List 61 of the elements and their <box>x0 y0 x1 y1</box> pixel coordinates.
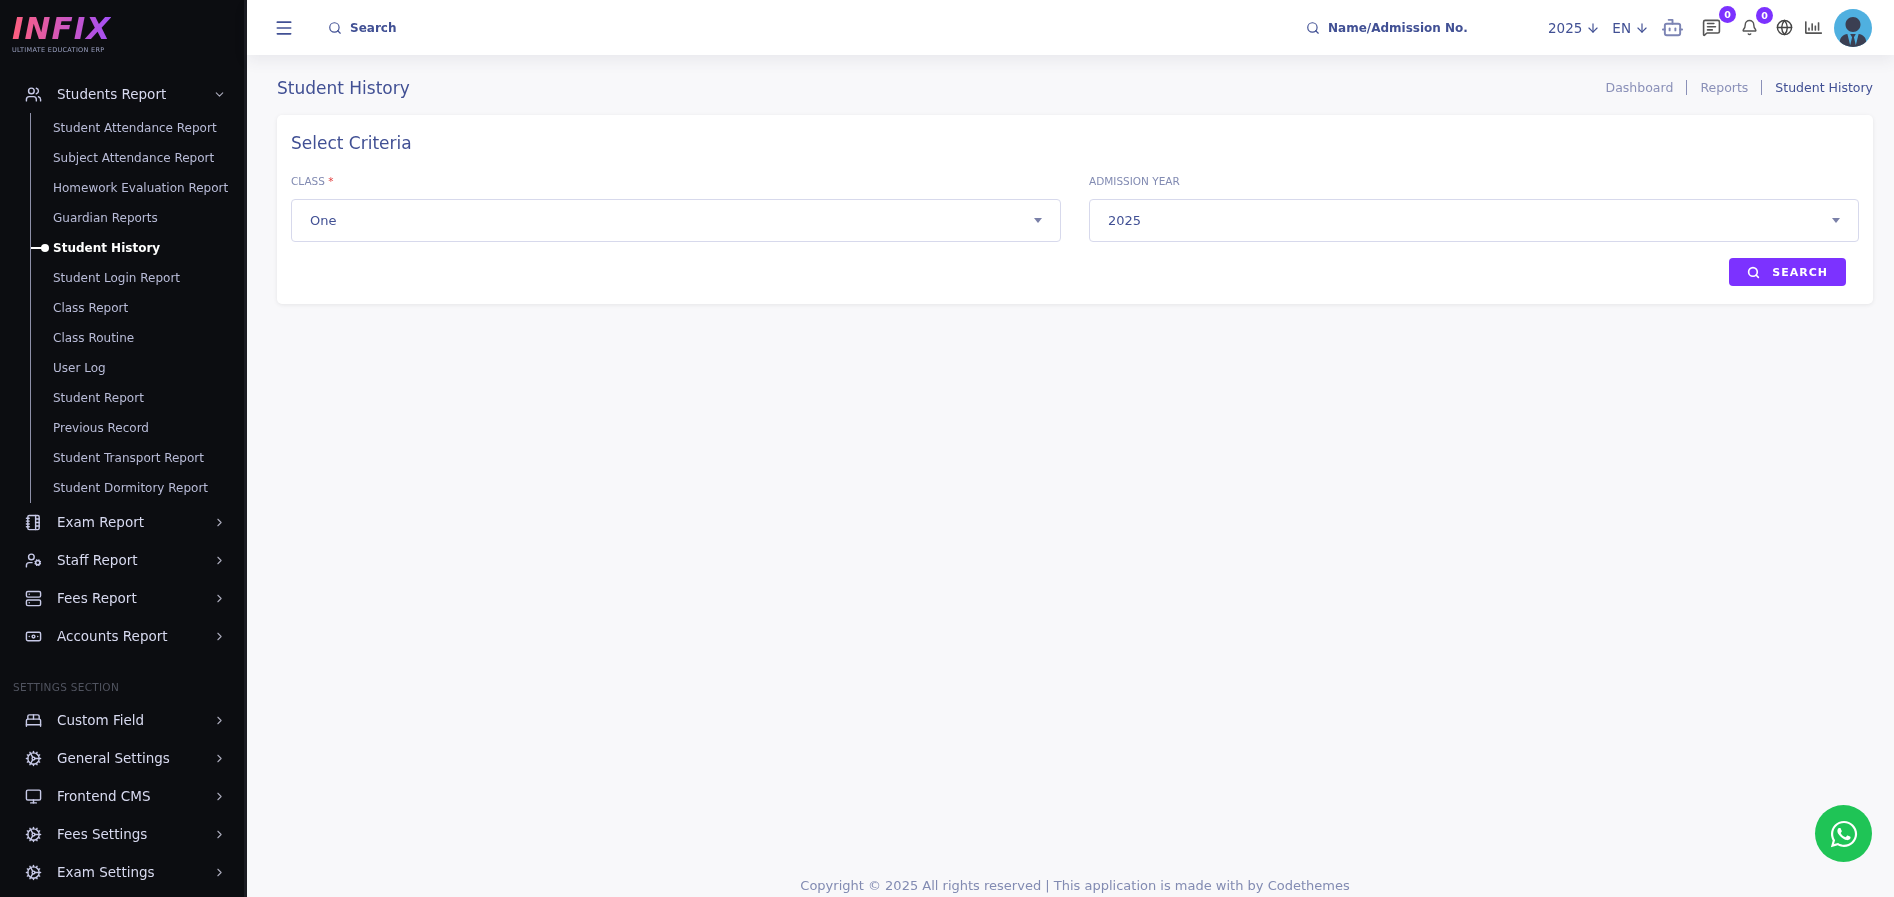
search-field[interactable]: Search <box>348 19 466 36</box>
messages-button[interactable] <box>1702 18 1721 37</box>
robot-icon[interactable] <box>1661 16 1684 39</box>
chart-icon[interactable] <box>1805 19 1822 36</box>
field-label: ADMISSION YEAR <box>1089 175 1181 187</box>
sidebar-subitem[interactable]: Class Routine <box>31 323 244 353</box>
gears-icon <box>25 863 42 881</box>
sidebar-item[interactable]: Exam Report <box>0 503 244 541</box>
sidebar-subitem[interactable]: User Log <box>31 353 244 383</box>
sidebar-subitem[interactable]: Guardian Reports <box>31 203 244 233</box>
sidebar-item[interactable]: Exam Settings <box>0 853 244 891</box>
globe-icon[interactable] <box>1776 19 1793 36</box>
sidebar-subitem[interactable]: Previous Record <box>31 413 244 443</box>
page-title: Student History <box>277 77 410 98</box>
sidebar-item[interactable]: Accounts Report <box>0 617 244 655</box>
sidebar-item[interactable]: General Settings <box>0 739 244 777</box>
users-icon <box>25 85 42 103</box>
gears-icon <box>25 825 42 843</box>
bed-icon <box>25 711 42 729</box>
server-icon <box>25 589 42 607</box>
message-count: 0 <box>1719 6 1736 23</box>
section-title: SETTINGS SECTION <box>12 680 121 695</box>
notifications-button[interactable] <box>1741 19 1758 36</box>
caret-icon <box>1034 218 1042 223</box>
field-label: CLASS * <box>291 175 335 187</box>
sidebar-subitem[interactable]: Class Report <box>31 293 244 323</box>
search-icon <box>1306 20 1320 35</box>
avatar[interactable] <box>1834 8 1872 47</box>
caret-icon <box>1832 218 1840 223</box>
notebook-icon <box>25 513 42 531</box>
search-button[interactable]: SEARCH <box>1729 258 1846 286</box>
sidebar-item[interactable]: Frontend CMS <box>0 777 244 815</box>
sidebar-item[interactable]: Fees Report <box>0 579 244 617</box>
sidebar-subitem[interactable]: Student Dormitory Report <box>31 473 244 503</box>
whatsapp-icon <box>1828 818 1859 849</box>
sidebar-item[interactable]: Fees Settings <box>0 815 244 853</box>
gears-icon <box>25 749 42 767</box>
sidebar-subitem[interactable]: Student Report <box>31 383 244 413</box>
sidebar-item[interactable]: Custom Field <box>0 701 244 739</box>
search-icon <box>328 20 342 35</box>
sidebar-subitem[interactable]: Subject Attendance Report <box>31 143 244 173</box>
sidebar-subitem[interactable]: Student Attendance Report <box>31 113 244 143</box>
sidebar-subitem[interactable]: Homework Evaluation Report <box>31 173 244 203</box>
student-search-field[interactable]: Name/Admission No. <box>1326 19 1500 36</box>
sidebar-subitem[interactable]: Student History <box>31 233 244 263</box>
monitor-icon <box>25 787 42 805</box>
breadcrumb-link[interactable]: Student History <box>1761 80 1873 95</box>
sidebar-item[interactable]: Students Report <box>0 75 244 113</box>
arrow-down-icon <box>1635 20 1649 35</box>
sidebar-subitem[interactable]: Student Login Report <box>31 263 244 293</box>
footer-text: Copyright © 2025 All rights reserved | This application is made with by Codethemes <box>799 878 1351 895</box>
sidebar-subitem[interactable]: Student Transport Report <box>31 443 244 473</box>
select-field[interactable]: 2025 <box>1089 199 1859 242</box>
card-title: Select Criteria <box>291 133 413 153</box>
language-dropdown[interactable]: EN <box>1612 19 1649 36</box>
year-dropdown[interactable]: 2025 <box>1548 19 1601 36</box>
sidebar-item[interactable]: Staff Report <box>0 541 244 579</box>
user-gear-icon <box>25 551 42 569</box>
search-icon <box>1747 265 1761 279</box>
notification-count: 0 <box>1756 7 1773 24</box>
select-field[interactable]: One <box>291 199 1061 242</box>
